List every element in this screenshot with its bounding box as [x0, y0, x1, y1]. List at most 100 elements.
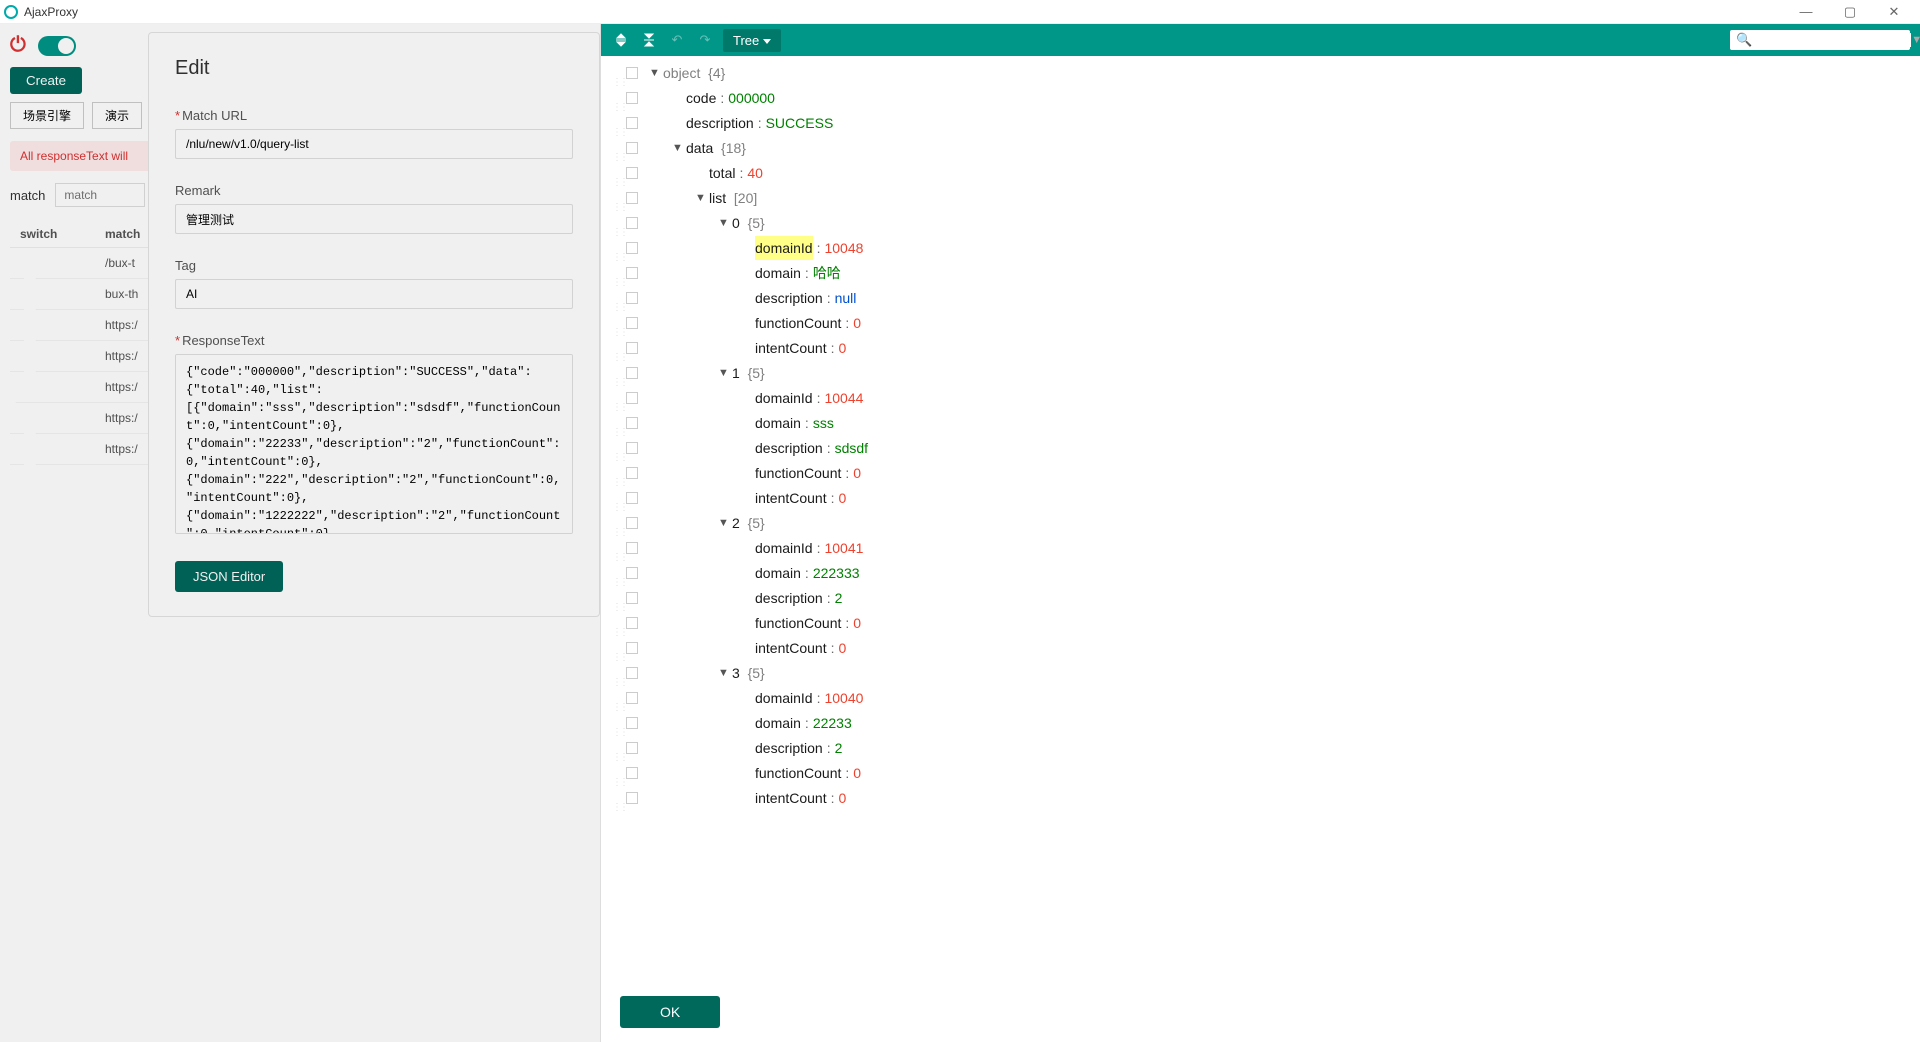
- json-editor-button[interactable]: JSON Editor: [175, 561, 283, 592]
- drag-handle-icon[interactable]: [612, 618, 622, 628]
- row-menu-icon[interactable]: [626, 367, 638, 379]
- drag-handle-icon[interactable]: [612, 68, 622, 78]
- row-menu-icon[interactable]: [626, 742, 638, 754]
- row-menu-icon[interactable]: [626, 267, 638, 279]
- row-menu-icon[interactable]: [626, 192, 638, 204]
- drag-handle-icon[interactable]: [612, 243, 622, 253]
- drag-handle-icon[interactable]: [612, 143, 622, 153]
- ok-button[interactable]: OK: [620, 996, 720, 1028]
- drag-handle-icon[interactable]: [612, 193, 622, 203]
- caret-icon[interactable]: ▼: [718, 511, 732, 535]
- drag-handle-icon[interactable]: [612, 168, 622, 178]
- row-menu-icon[interactable]: [626, 167, 638, 179]
- drag-handle-icon[interactable]: [612, 593, 622, 603]
- tree-row[interactable]: functionCount:0: [601, 610, 1920, 635]
- caret-icon[interactable]: ▼: [718, 361, 732, 385]
- row-menu-icon[interactable]: [626, 117, 638, 129]
- tree-row[interactable]: ▼object {4}: [601, 60, 1920, 85]
- tree-row[interactable]: ▼0 {5}: [601, 210, 1920, 235]
- close-button[interactable]: ✕: [1880, 3, 1908, 21]
- row-menu-icon[interactable]: [626, 442, 638, 454]
- create-button[interactable]: Create: [10, 67, 82, 94]
- tree-row[interactable]: description:sdsdf: [601, 435, 1920, 460]
- demo-button[interactable]: 演示: [92, 102, 142, 129]
- drag-handle-icon[interactable]: [612, 443, 622, 453]
- tree-row[interactable]: domain:222333: [601, 560, 1920, 585]
- drag-handle-icon[interactable]: [612, 118, 622, 128]
- tree-row[interactable]: functionCount:0: [601, 310, 1920, 335]
- redo-icon[interactable]: ↷: [695, 30, 715, 50]
- drag-handle-icon[interactable]: [612, 743, 622, 753]
- row-menu-icon[interactable]: [626, 67, 638, 79]
- view-mode-select[interactable]: Tree: [723, 29, 781, 52]
- drag-handle-icon[interactable]: [612, 543, 622, 553]
- response-text-input[interactable]: [175, 354, 573, 534]
- tree-row[interactable]: ▼list [20]: [601, 185, 1920, 210]
- match-input[interactable]: [55, 183, 145, 207]
- search-prev-icon[interactable]: ▼: [1911, 34, 1920, 46]
- row-menu-icon[interactable]: [626, 92, 638, 104]
- tree-row[interactable]: domainId:10048: [601, 235, 1920, 260]
- row-menu-icon[interactable]: [626, 242, 638, 254]
- row-menu-icon[interactable]: [626, 217, 638, 229]
- row-menu-icon[interactable]: [626, 717, 638, 729]
- maximize-button[interactable]: ▢: [1836, 3, 1864, 21]
- drag-handle-icon[interactable]: [612, 768, 622, 778]
- expand-all-icon[interactable]: [611, 30, 631, 50]
- remark-input[interactable]: [175, 204, 573, 234]
- tree-row[interactable]: domainId:10040: [601, 685, 1920, 710]
- collapse-all-icon[interactable]: [639, 30, 659, 50]
- scene-engine-button[interactable]: 场景引擎: [10, 102, 84, 129]
- tree-row[interactable]: total:40: [601, 160, 1920, 185]
- row-menu-icon[interactable]: [626, 492, 638, 504]
- row-menu-icon[interactable]: [626, 417, 638, 429]
- match-url-input[interactable]: [175, 129, 573, 159]
- drag-handle-icon[interactable]: [612, 793, 622, 803]
- row-menu-icon[interactable]: [626, 342, 638, 354]
- row-menu-icon[interactable]: [626, 467, 638, 479]
- drag-handle-icon[interactable]: [612, 668, 622, 678]
- tag-input[interactable]: [175, 279, 573, 309]
- caret-icon[interactable]: ▼: [718, 661, 732, 685]
- row-menu-icon[interactable]: [626, 392, 638, 404]
- drag-handle-icon[interactable]: [612, 693, 622, 703]
- drag-handle-icon[interactable]: [612, 343, 622, 353]
- drag-handle-icon[interactable]: [612, 418, 622, 428]
- tree-row[interactable]: domain:sss: [601, 410, 1920, 435]
- tree-row[interactable]: functionCount:0: [601, 460, 1920, 485]
- tree-row[interactable]: domainId:10041: [601, 535, 1920, 560]
- tree-view[interactable]: ▼object {4}code:000000description:SUCCES…: [601, 56, 1920, 1042]
- tree-row[interactable]: ▼3 {5}: [601, 660, 1920, 685]
- row-menu-icon[interactable]: [626, 542, 638, 554]
- row-menu-icon[interactable]: [626, 317, 638, 329]
- caret-icon[interactable]: ▼: [718, 211, 732, 235]
- drag-handle-icon[interactable]: [612, 93, 622, 103]
- drag-handle-icon[interactable]: [612, 368, 622, 378]
- drag-handle-icon[interactable]: [612, 393, 622, 403]
- row-menu-icon[interactable]: [626, 667, 638, 679]
- row-menu-icon[interactable]: [626, 642, 638, 654]
- drag-handle-icon[interactable]: [612, 518, 622, 528]
- drag-handle-icon[interactable]: [612, 718, 622, 728]
- global-toggle[interactable]: [38, 36, 76, 56]
- row-menu-icon[interactable]: [626, 617, 638, 629]
- row-menu-icon[interactable]: [626, 292, 638, 304]
- undo-icon[interactable]: ↶: [667, 30, 687, 50]
- drag-handle-icon[interactable]: [612, 643, 622, 653]
- tree-row[interactable]: ▼data {18}: [601, 135, 1920, 160]
- row-menu-icon[interactable]: [626, 767, 638, 779]
- tree-row[interactable]: domainId:10044: [601, 385, 1920, 410]
- tree-row[interactable]: description:null: [601, 285, 1920, 310]
- minimize-button[interactable]: —: [1792, 3, 1820, 21]
- row-menu-icon[interactable]: [626, 567, 638, 579]
- tree-row[interactable]: intentCount:0: [601, 335, 1920, 360]
- tree-row[interactable]: description:2: [601, 585, 1920, 610]
- tree-row[interactable]: intentCount:0: [601, 785, 1920, 810]
- drag-handle-icon[interactable]: [612, 268, 622, 278]
- drag-handle-icon[interactable]: [612, 318, 622, 328]
- row-menu-icon[interactable]: [626, 592, 638, 604]
- tree-row[interactable]: functionCount:0: [601, 760, 1920, 785]
- row-menu-icon[interactable]: [626, 517, 638, 529]
- tree-row[interactable]: ▼2 {5}: [601, 510, 1920, 535]
- tree-row[interactable]: description:SUCCESS: [601, 110, 1920, 135]
